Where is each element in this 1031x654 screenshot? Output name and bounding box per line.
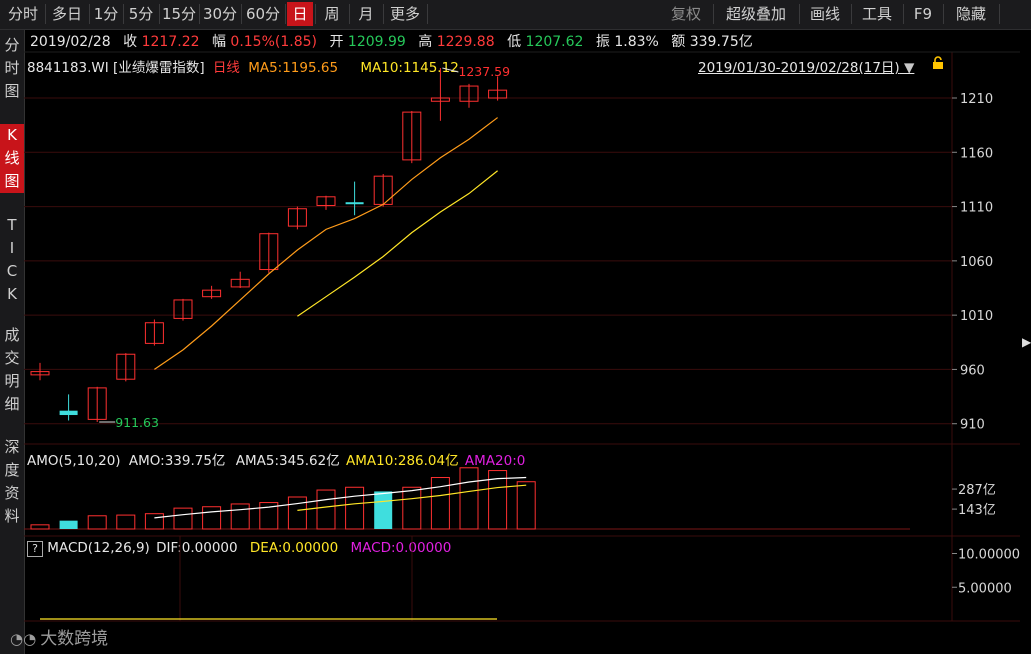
volume-bar bbox=[202, 506, 222, 530]
price-tick-label: 960 bbox=[960, 363, 985, 378]
high-label: 1237.59 bbox=[458, 64, 510, 79]
volume-tick-label: 143亿 bbox=[958, 503, 996, 518]
volume-bar bbox=[144, 513, 164, 530]
volume-bar bbox=[30, 524, 50, 530]
candle-body bbox=[345, 202, 364, 205]
volume-bar bbox=[316, 489, 336, 530]
volume-bar bbox=[374, 491, 393, 529]
volume-bar bbox=[116, 514, 136, 530]
volume-bar bbox=[287, 496, 307, 530]
ma5-line bbox=[154, 117, 498, 370]
volume-bar bbox=[59, 520, 78, 529]
price-tick-label: 1210 bbox=[960, 92, 993, 107]
volume-bar bbox=[87, 515, 107, 530]
macd-tick-label: 5.00000 bbox=[958, 581, 1012, 596]
volume-bar bbox=[230, 503, 250, 530]
price-tick-label: 1160 bbox=[960, 146, 993, 161]
volume-bar bbox=[345, 486, 365, 530]
macd-tick-label: 10.00000 bbox=[958, 548, 1020, 563]
volume-bar bbox=[173, 507, 193, 530]
volume-bar bbox=[402, 486, 422, 530]
candle-body bbox=[59, 410, 78, 416]
ama5-line bbox=[154, 476, 527, 519]
price-tick-label: 910 bbox=[960, 418, 985, 433]
watermark: ◔◔ 大数跨境 bbox=[10, 624, 108, 649]
watermark-logo-icon: ◔◔ bbox=[10, 630, 37, 648]
price-tick-label: 1110 bbox=[960, 201, 993, 216]
volume-bar bbox=[459, 467, 479, 530]
volume-bar bbox=[516, 481, 536, 530]
volume-tick-label: 287亿 bbox=[958, 483, 996, 498]
ama10-line bbox=[297, 484, 527, 511]
watermark-text: 大数跨境 bbox=[40, 629, 109, 649]
price-tick-label: 1010 bbox=[960, 309, 993, 324]
low-label: 911.63 bbox=[115, 415, 159, 430]
chart-canvas[interactable]: 910 960 1010 1060 1110 1160 1210 1237.59 911.63 1… bbox=[0, 0, 1031, 654]
high-pointer bbox=[442, 67, 459, 73]
collapse-right-icon[interactable]: ▶ bbox=[1022, 335, 1031, 349]
price-tick-label: 1060 bbox=[960, 255, 993, 270]
